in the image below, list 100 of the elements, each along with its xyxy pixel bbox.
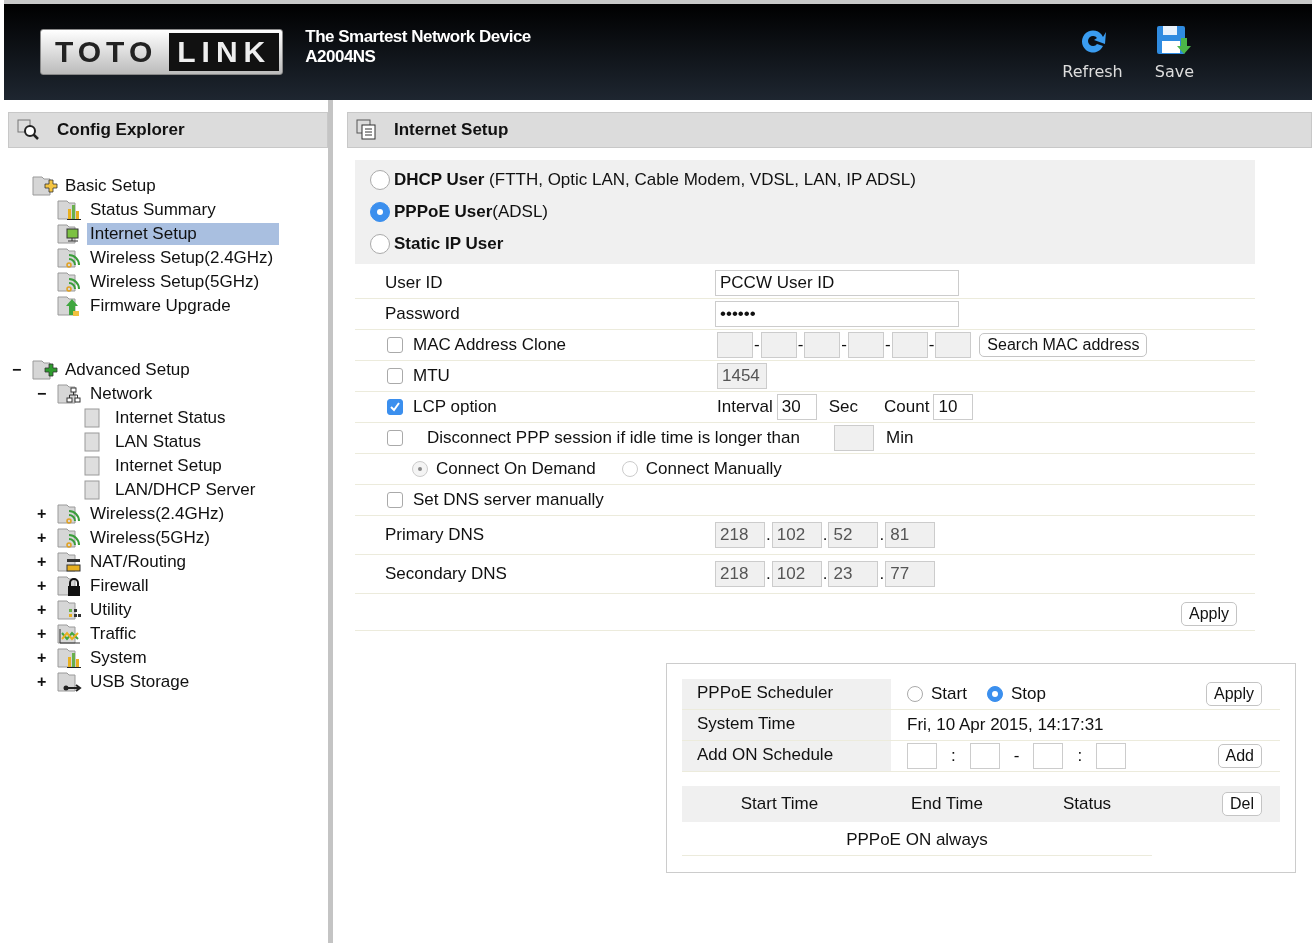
checkbox[interactable]: [387, 399, 403, 415]
field-label: Primary DNS: [385, 525, 485, 545]
tagline: The Smartest Network Device: [305, 27, 531, 47]
utility-icon: [57, 599, 83, 621]
pages-icon: [356, 119, 378, 141]
tree-item[interactable]: USB Storage: [87, 671, 196, 693]
input-field[interactable]: 10: [933, 394, 974, 420]
system-time: Fri, 10 Apr 2015, 14:17:31: [907, 715, 1104, 735]
input-field[interactable]: 77: [885, 561, 936, 587]
expand-toggle[interactable]: −: [12, 361, 32, 379]
input-field[interactable]: 218: [715, 561, 765, 587]
chart-icon: [57, 647, 83, 669]
separator: .: [822, 564, 828, 584]
field-label: Add ON Schedule: [682, 741, 891, 771]
panel-title: Config Explorer: [57, 120, 185, 140]
input-field[interactable]: [760, 332, 797, 358]
field-label: PPPoE Scheduler: [682, 679, 891, 709]
tree-item[interactable]: System: [87, 647, 153, 669]
panel-title: Internet Setup: [394, 120, 509, 140]
expand-toggle[interactable]: +: [37, 553, 57, 571]
expand-toggle[interactable]: +: [37, 529, 57, 547]
tree-item[interactable]: Firewall: [87, 575, 155, 597]
wireless-icon: [57, 503, 83, 525]
expand-toggle[interactable]: +: [37, 673, 57, 691]
radio-button[interactable]: [370, 234, 390, 254]
tree-item[interactable]: Basic Setup: [62, 175, 162, 197]
tree-item[interactable]: Wireless(5GHz): [87, 527, 216, 549]
save-button[interactable]: Save: [1154, 23, 1194, 81]
tree-item[interactable]: Network: [87, 383, 159, 405]
tree-item[interactable]: Status Summary: [87, 199, 222, 221]
unit-label: Min: [886, 428, 914, 448]
apply-button[interactable]: Apply: [1205, 682, 1262, 706]
radio-button[interactable]: [370, 202, 390, 222]
tree-item[interactable]: Advanced Setup: [62, 359, 196, 381]
tree-item[interactable]: Wireless Setup(5GHz): [87, 271, 266, 293]
search-mac-button[interactable]: Search MAC address: [979, 333, 1148, 357]
radio-button[interactable]: [986, 686, 1003, 702]
expand-toggle[interactable]: +: [37, 649, 57, 667]
table-cell: PPPoE ON always: [846, 830, 988, 849]
tree-item[interactable]: LAN/DHCP Server: [112, 479, 262, 501]
input-field[interactable]: [848, 332, 884, 358]
input-field[interactable]: [1096, 743, 1127, 769]
field-label: Disconnect PPP session if idle time is longer than: [427, 428, 800, 448]
tree-item[interactable]: Wireless Setup(2.4GHz): [87, 247, 280, 269]
input-field[interactable]: [834, 425, 874, 451]
field-label: Interval: [717, 397, 773, 417]
tree-item[interactable]: Wireless(2.4GHz): [87, 503, 231, 525]
input-field[interactable]: 102: [771, 522, 822, 548]
radio-button[interactable]: [370, 170, 390, 190]
input-field[interactable]: 52: [828, 522, 879, 548]
input-field[interactable]: PCCW User ID: [715, 270, 959, 296]
input-field[interactable]: [717, 332, 753, 358]
tree-item[interactable]: Utility: [87, 599, 138, 621]
search-icon: [17, 119, 41, 141]
expand-toggle[interactable]: +: [37, 577, 57, 595]
input-field[interactable]: 23: [828, 561, 879, 587]
expand-toggle[interactable]: +: [37, 505, 57, 523]
input-field[interactable]: [891, 332, 928, 358]
input-field[interactable]: [907, 743, 937, 769]
checkbox[interactable]: [387, 337, 403, 353]
field-label: MTU: [413, 366, 450, 386]
input-field[interactable]: 30: [776, 394, 817, 420]
input-field[interactable]: 102: [771, 561, 822, 587]
expand-toggle[interactable]: +: [37, 625, 57, 643]
input-field[interactable]: ••••••: [715, 301, 959, 327]
separator: -: [797, 335, 804, 355]
separator: -: [754, 335, 760, 355]
tree-item[interactable]: Internet Setup: [87, 223, 279, 245]
checkbox[interactable]: [387, 492, 403, 508]
delete-button[interactable]: Del: [1222, 792, 1262, 816]
input-field[interactable]: [804, 332, 841, 358]
tree-item[interactable]: Internet Setup: [112, 455, 228, 477]
add-button[interactable]: Add: [1217, 744, 1262, 768]
expand-toggle[interactable]: +: [37, 601, 57, 619]
separator: .: [766, 564, 771, 584]
input-field[interactable]: [969, 743, 1000, 769]
field-label: LCP option: [413, 397, 497, 417]
tree-item[interactable]: Firmware Upgrade: [87, 295, 237, 317]
expand-toggle[interactable]: −: [37, 385, 57, 403]
input-field[interactable]: 218: [715, 522, 765, 548]
separator: .: [879, 564, 885, 584]
logo: TOTO LINK: [40, 29, 284, 75]
apply-button[interactable]: Apply: [1180, 602, 1237, 626]
separator: .: [766, 525, 771, 545]
field-label: Set DNS server manually: [413, 490, 604, 510]
model-name: A2004NS: [305, 47, 377, 67]
checkbox[interactable]: [387, 430, 403, 446]
refresh-button[interactable]: Refresh: [1062, 23, 1123, 81]
input-field[interactable]: 81: [885, 522, 936, 548]
lock-icon: [57, 575, 83, 597]
input-field[interactable]: [935, 332, 972, 358]
option-label: DHCP User (FTTH, Optic LAN, Cable Modem, VDSL, LAN, IP ADSL): [394, 170, 916, 190]
tree-item[interactable]: Internet Status: [112, 407, 232, 429]
input-field[interactable]: [1033, 743, 1064, 769]
tree-item[interactable]: Traffic: [87, 623, 143, 645]
tree-item[interactable]: LAN Status: [112, 431, 207, 453]
radio-button[interactable]: [907, 686, 923, 702]
tree-item[interactable]: NAT/Routing: [87, 551, 193, 573]
field-label: User ID: [385, 273, 443, 293]
option-label: Static IP User: [394, 234, 504, 254]
